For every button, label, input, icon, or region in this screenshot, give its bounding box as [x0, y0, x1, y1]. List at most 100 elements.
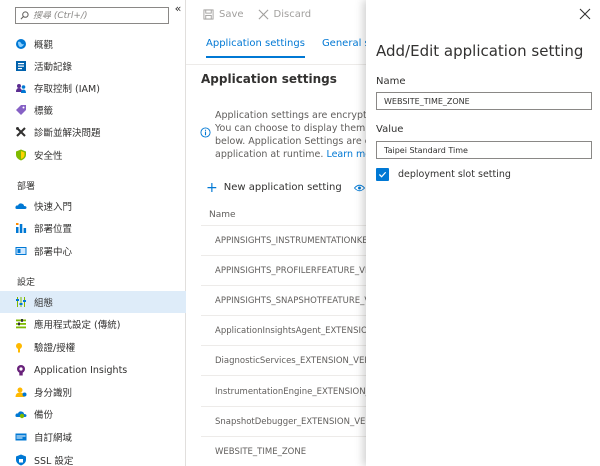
sidebar-item-security[interactable]: 安全性 — [0, 144, 186, 166]
sidebar-item-label: 部署位置 — [34, 224, 73, 235]
sidebar-item-ssl-settings[interactable]: SSL 設定 — [0, 449, 186, 466]
sidebar-item-label: SSL 設定 — [34, 456, 74, 466]
sidebar-item-overview[interactable]: 概觀 — [0, 33, 186, 55]
tab-general-settings[interactable]: General sett — [322, 38, 366, 58]
discard-button[interactable]: Discard — [258, 9, 311, 20]
sidebar-item-tags[interactable]: 標籤 — [0, 99, 186, 121]
learn-more-link[interactable]: Learn more — [326, 149, 366, 160]
sidebar-item-application-insights[interactable]: Application Insights — [0, 359, 186, 381]
sidebar-item-configuration[interactable]: 組態 — [0, 291, 186, 313]
key-icon — [16, 343, 22, 353]
sliders-icon — [16, 297, 26, 307]
edit-setting-panel: Add/Edit application setting Name Value … — [366, 0, 600, 466]
section-label-deploy: 部署 — [17, 182, 36, 192]
backup-icon — [15, 411, 27, 419]
tools-icon — [16, 127, 26, 137]
page-title: Application settings — [201, 72, 337, 86]
search-input[interactable] — [33, 10, 158, 21]
sidebar-item-identity[interactable]: 身分識別 — [0, 381, 186, 403]
eye-icon — [353, 184, 365, 191]
cloud-icon — [15, 203, 27, 209]
table-row[interactable]: InstrumentationEngine_EXTENSION_VERS — [201, 377, 366, 407]
sidebar-item-quickstart[interactable]: 快速入門 — [0, 195, 186, 217]
deployment-slots-icon — [16, 223, 27, 233]
lock-icon — [16, 454, 26, 466]
deployment-center-icon — [15, 247, 27, 255]
sidebar-item-label: 身分識別 — [34, 388, 73, 399]
sidebar-item-label: 快速入門 — [34, 202, 73, 213]
setting-name: DiagnosticServices_EXTENSION_VERSION — [215, 355, 366, 366]
value-label: Value — [376, 124, 404, 135]
sidebar-item-label: 應用程式設定 (傳統) — [34, 320, 121, 331]
show-values-button[interactable]: Sh — [353, 182, 366, 193]
setting-name: APPINSIGHTS_SNAPSHOTFEATURE_VERSI — [215, 295, 366, 306]
main-content: Save Discard Application settings Genera… — [186, 0, 366, 466]
sidebar-item-access-control[interactable]: 存取控制 (IAM) — [0, 77, 186, 99]
sidebar-item-label: Application Insights — [34, 364, 128, 376]
info-line: Application settings are encrypted — [215, 110, 366, 121]
tab-application-settings[interactable]: Application settings — [206, 38, 305, 58]
sidebar-item-label: 自訂網域 — [34, 433, 73, 444]
sidebar-item-diagnose[interactable]: 診斷並解決問題 — [0, 121, 186, 143]
plus-icon: + — [206, 179, 218, 196]
table-row[interactable]: APPINSIGHTS_PROFILERFEATURE_VERSIO — [201, 256, 366, 286]
sidebar-item-label: 存取控制 (IAM) — [34, 84, 100, 95]
table-row[interactable]: APPINSIGHTS_INSTRUMENTATIONKEY — [201, 226, 366, 256]
sidebar-item-custom-domains[interactable]: 自訂網域 — [0, 426, 186, 448]
setting-name: APPINSIGHTS_INSTRUMENTATIONKEY — [215, 235, 366, 246]
sidebar-item-label: 活動記錄 — [34, 62, 73, 73]
search-box[interactable] — [15, 7, 169, 24]
sidebar-item-label: 組態 — [34, 298, 54, 309]
sidebar-item-deployment-center[interactable]: 部署中心 — [0, 240, 186, 262]
new-setting-label: New application setting — [223, 182, 342, 193]
save-button[interactable]: Save — [203, 9, 244, 20]
sidebar-item-authentication[interactable]: 驗證/授權 — [0, 336, 186, 358]
info-icon — [200, 127, 211, 138]
sidebar-item-deployment-slots[interactable]: 部署位置 — [0, 217, 186, 239]
setting-name: SnapshotDebugger_EXTENSION_VERSIO — [215, 416, 366, 427]
people-icon — [16, 84, 26, 93]
app-settings-icon — [16, 319, 26, 329]
table-row[interactable]: APPINSIGHTS_SNAPSHOTFEATURE_VERSI — [201, 286, 366, 316]
sidebar-item-label: 備份 — [34, 410, 54, 421]
table-row[interactable]: DiagnosticServices_EXTENSION_VERSION — [201, 346, 366, 376]
new-application-setting-button[interactable]: + New application setting — [206, 179, 342, 196]
info-message: Application settings are encrypted You c… — [215, 109, 366, 161]
section-label-settings: 設定 — [17, 278, 36, 288]
name-column-header[interactable]: Name — [209, 210, 236, 220]
toolbar: Save Discard — [186, 0, 366, 28]
save-icon — [203, 8, 214, 20]
sidebar-item-label: 部署中心 — [34, 247, 73, 258]
table-row[interactable]: WEBSITE_TIME_ZONE — [201, 437, 366, 466]
custom-domain-icon — [15, 433, 27, 441]
sidebar-item-label: 診斷並解決問題 — [34, 128, 101, 139]
discard-icon — [258, 9, 269, 19]
tab-bar: Application settings General sett — [206, 38, 366, 58]
lightbulb-icon — [17, 365, 25, 376]
deployment-slot-setting[interactable]: deployment slot setting — [376, 168, 511, 181]
deployment-slot-checkbox[interactable] — [376, 168, 389, 181]
sidebar-item-label: 驗證/授權 — [34, 343, 76, 354]
close-icon[interactable] — [579, 8, 591, 20]
name-label: Name — [376, 76, 406, 87]
sidebar-item-app-settings-classic[interactable]: 應用程式設定 (傳統) — [0, 313, 186, 335]
collapse-sidebar-button[interactable]: « — [172, 2, 184, 15]
save-label: Save — [219, 8, 244, 20]
table-row[interactable]: ApplicationInsightsAgent_EXTENSION_VI — [201, 316, 366, 346]
checkmark-icon — [378, 171, 387, 178]
info-line: You can choose to display them in — [215, 123, 366, 134]
value-input[interactable] — [376, 141, 592, 159]
tab-divider — [186, 64, 366, 65]
sidebar-item-activity-log[interactable]: 活動記錄 — [0, 55, 186, 77]
info-line: below. Application Settings are exp — [215, 136, 366, 147]
sidebar-item-label: 標籤 — [34, 106, 54, 117]
name-input[interactable] — [376, 92, 592, 110]
search-icon — [20, 11, 29, 20]
setting-name: WEBSITE_TIME_ZONE — [215, 446, 307, 457]
setting-name: APPINSIGHTS_PROFILERFEATURE_VERSIO — [215, 265, 366, 276]
globe-icon — [16, 39, 26, 49]
sidebar-item-label: 安全性 — [34, 151, 63, 162]
info-line-last: application at runtime. Learn more — [215, 148, 366, 161]
sidebar-item-backup[interactable]: 備份 — [0, 403, 186, 425]
table-row[interactable]: SnapshotDebugger_EXTENSION_VERSIO — [201, 407, 366, 437]
